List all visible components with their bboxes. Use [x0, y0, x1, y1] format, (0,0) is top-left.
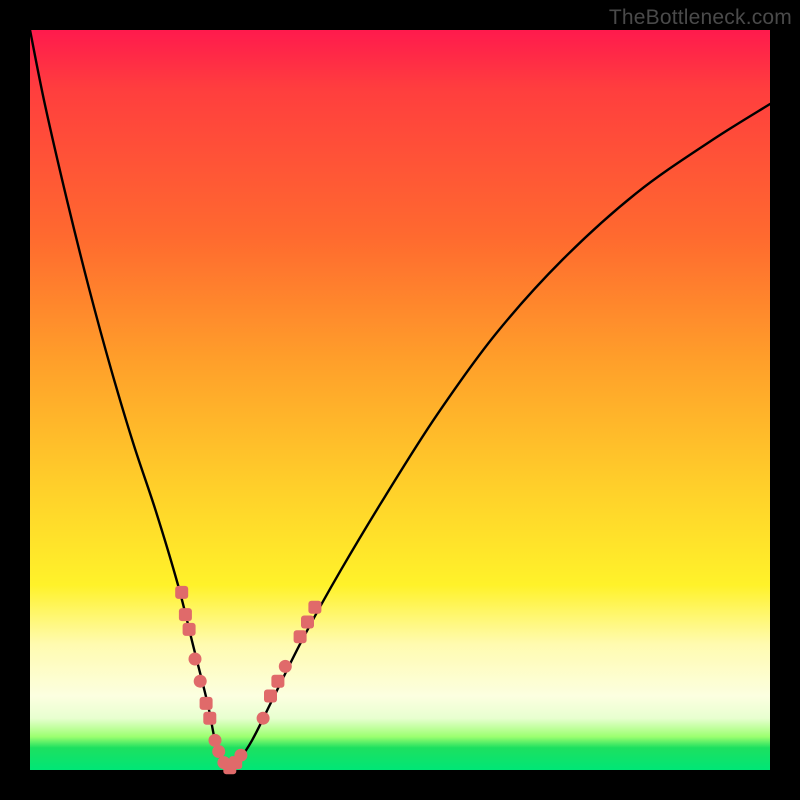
watermark-text: TheBottleneck.com [609, 6, 792, 30]
marker [301, 616, 314, 629]
marker [200, 697, 213, 710]
marker [194, 675, 207, 688]
chart-frame: TheBottleneck.com [0, 0, 800, 800]
marker [183, 623, 196, 636]
marker [271, 675, 284, 688]
marker [294, 630, 307, 643]
bottleneck-curve [30, 30, 770, 770]
marker [212, 745, 225, 758]
marker [203, 712, 216, 725]
marker [257, 712, 270, 725]
marker [308, 601, 321, 614]
curve-svg [30, 30, 770, 770]
marker [189, 653, 202, 666]
marker [279, 660, 292, 673]
marker [234, 749, 247, 762]
marker [209, 734, 222, 747]
marker [175, 586, 188, 599]
plot-area [30, 30, 770, 770]
marker [264, 690, 277, 703]
marker [179, 608, 192, 621]
